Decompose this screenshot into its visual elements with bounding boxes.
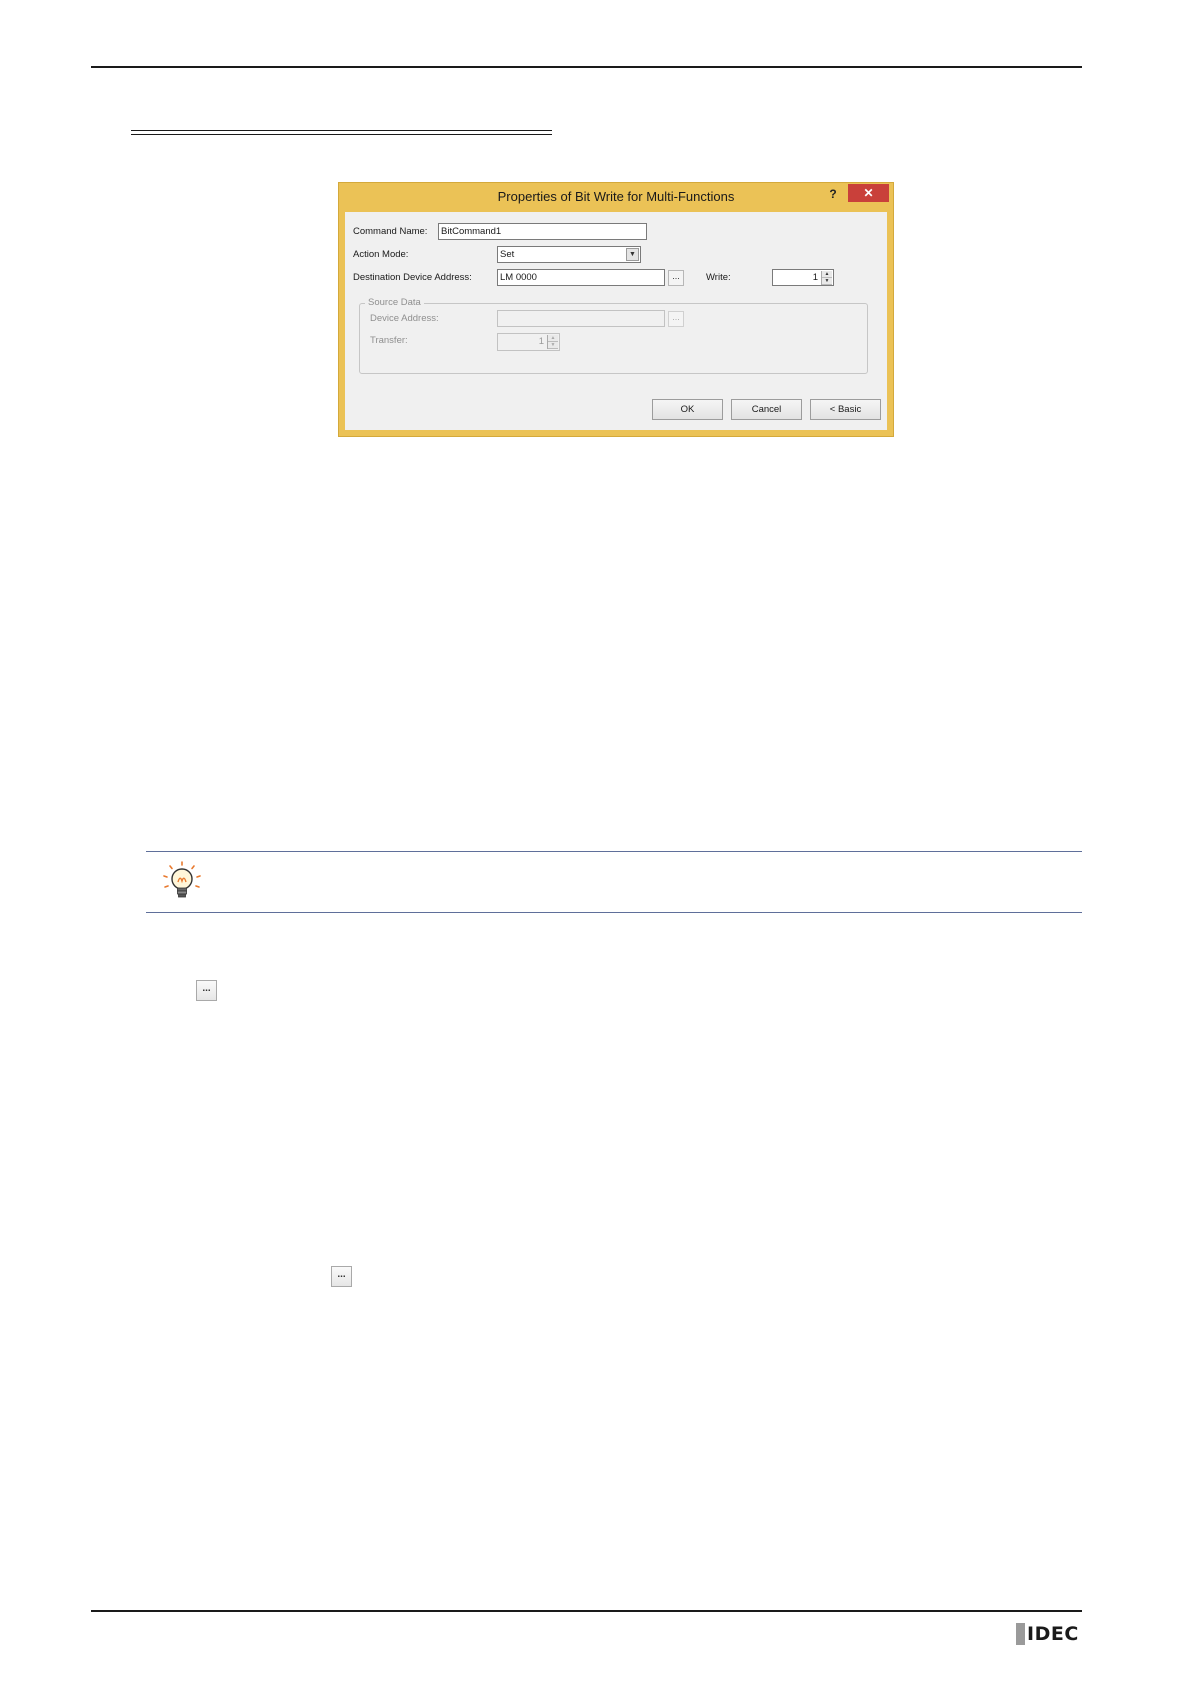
action-mode-select[interactable]: Set ▼	[497, 246, 641, 263]
idec-logo: IDEC	[1016, 1622, 1082, 1648]
transfer-value: 1	[538, 336, 544, 347]
logo-bar	[1016, 1623, 1025, 1645]
action-mode-value: Set	[500, 249, 515, 260]
transfer-spin-buttons[interactable]: ▲ ▼	[547, 335, 558, 349]
spin-down-icon[interactable]: ▼	[548, 342, 558, 349]
write-value: 1	[812, 272, 818, 283]
dialog-title: Properties of Bit Write for Multi-Functi…	[497, 189, 735, 204]
lightbulb-icon	[163, 861, 201, 898]
section-title-rule-2	[131, 134, 552, 135]
help-button[interactable]: ?	[823, 185, 843, 203]
destination-device-address-input[interactable]: LM 0000	[497, 269, 665, 286]
hint-rule-top	[146, 851, 1082, 852]
write-stepper[interactable]: 1 ▲ ▼	[772, 269, 834, 286]
ok-button[interactable]: OK	[652, 399, 723, 420]
destination-device-address-label: Destination Device Address:	[353, 272, 472, 283]
device-address-input[interactable]	[497, 310, 665, 327]
section-title-rule	[131, 130, 552, 131]
command-name-label: Command Name:	[353, 226, 428, 237]
logo-text: IDEC	[1027, 1623, 1079, 1645]
basic-button[interactable]: < Basic	[810, 399, 881, 420]
command-name-input[interactable]: BitCommand1	[438, 223, 647, 240]
dialog-body: Command Name: BitCommand1 Action Mode: S…	[345, 212, 887, 430]
dialog-titlebar[interactable]: Properties of Bit Write for Multi-Functi…	[339, 183, 893, 213]
spin-up-icon[interactable]: ▲	[822, 271, 832, 278]
device-address-label: Device Address:	[370, 313, 439, 324]
cancel-button[interactable]: Cancel	[731, 399, 802, 420]
close-button[interactable]: ✕	[848, 184, 889, 202]
destination-browse-button[interactable]: ...	[668, 270, 684, 286]
write-label: Write:	[706, 272, 731, 283]
browse-button-icon: ...	[196, 980, 217, 1001]
source-data-legend: Source Data	[365, 297, 424, 308]
chevron-down-icon[interactable]: ▼	[626, 248, 639, 261]
footer-rule	[91, 1610, 1082, 1612]
action-mode-label: Action Mode:	[353, 249, 409, 260]
transfer-stepper[interactable]: 1 ▲ ▼	[497, 333, 560, 351]
write-spin-buttons[interactable]: ▲ ▼	[821, 271, 832, 285]
transfer-label: Transfer:	[370, 335, 408, 346]
header-rule	[91, 66, 1082, 68]
browse-button-icon-2: ...	[331, 1266, 352, 1287]
hint-rule-bottom	[146, 912, 1082, 913]
spin-down-icon[interactable]: ▼	[822, 278, 832, 285]
spin-up-icon[interactable]: ▲	[548, 335, 558, 342]
properties-dialog: Properties of Bit Write for Multi-Functi…	[338, 182, 894, 437]
device-address-browse-button[interactable]: ...	[668, 311, 684, 327]
